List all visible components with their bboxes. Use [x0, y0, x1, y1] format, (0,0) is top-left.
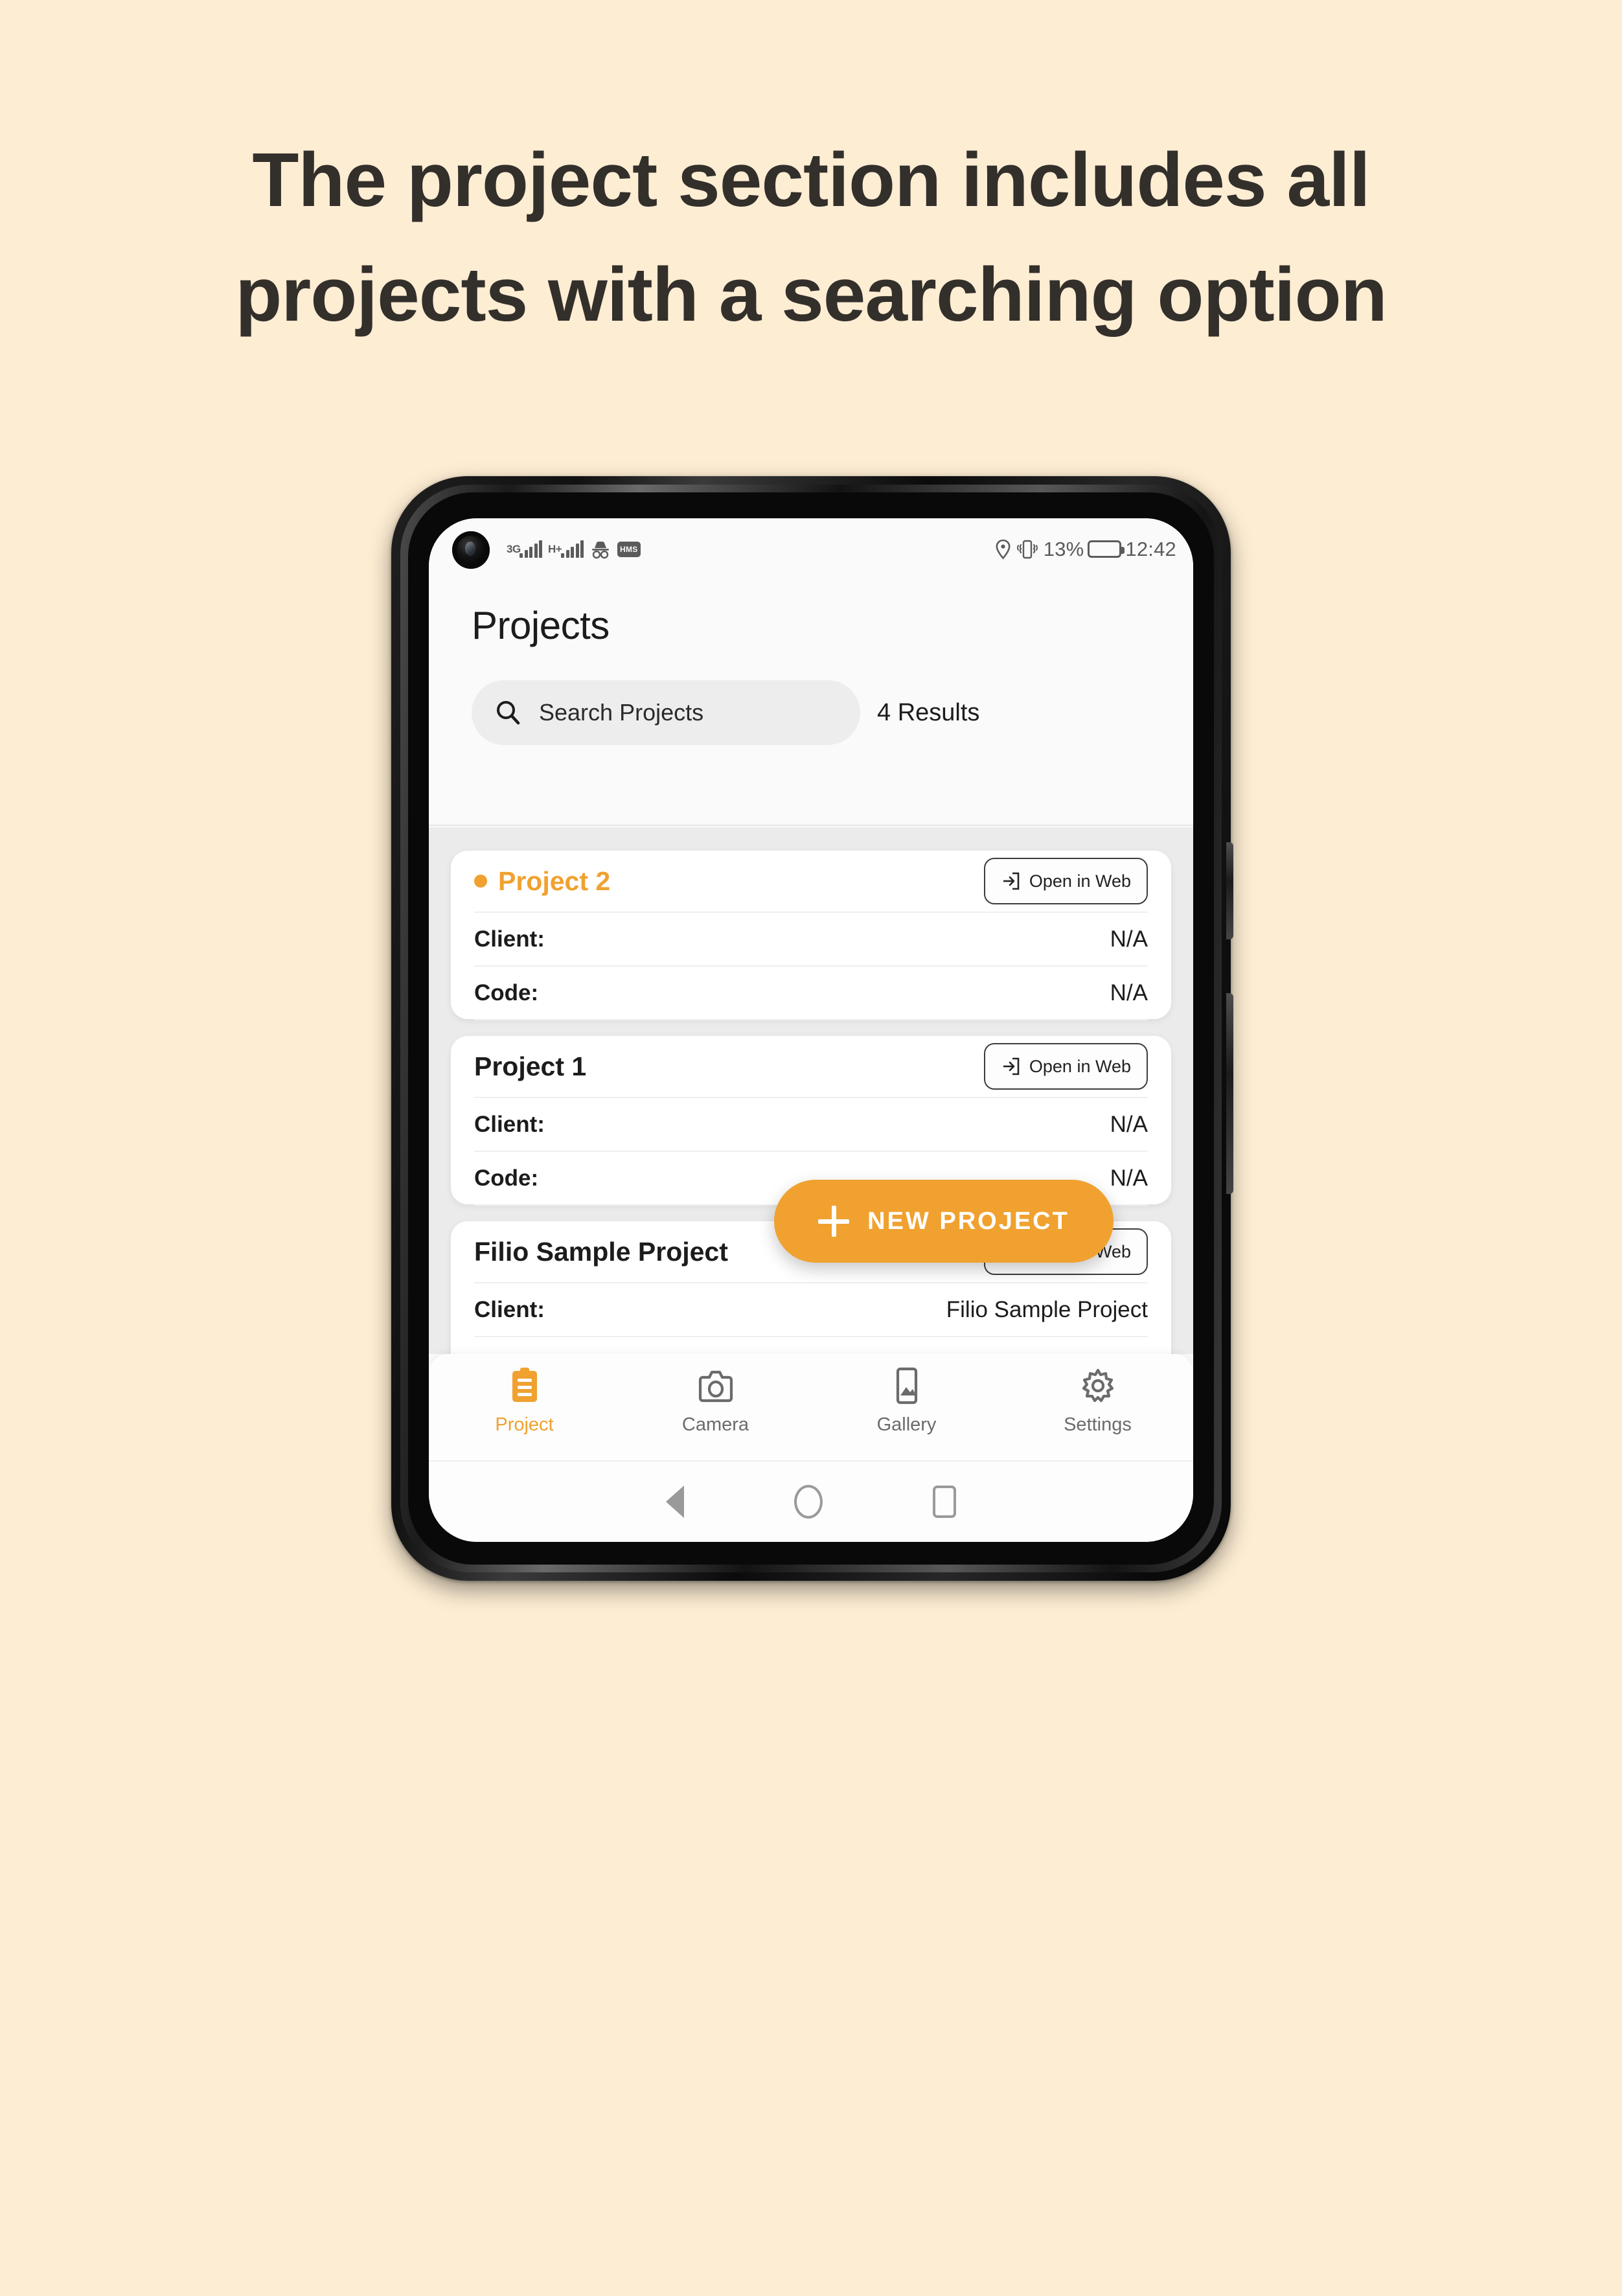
- vibrate-icon: [1015, 538, 1040, 560]
- image-icon: [890, 1367, 924, 1405]
- nav-item-settings[interactable]: Settings: [1017, 1367, 1179, 1436]
- project-card[interactable]: Project 2 Open in Web Client: N/A Code: …: [451, 851, 1171, 1059]
- battery-icon: [1088, 540, 1125, 558]
- project-card-header: Project 1 Open in Web: [474, 1036, 1148, 1097]
- results-count-label: 4 Results: [877, 698, 980, 726]
- project-field-row: Code:: [474, 1336, 1148, 1354]
- field-value: N/A: [1110, 980, 1148, 1005]
- nav-label-gallery: Gallery: [876, 1414, 937, 1435]
- nav-label-project: Project: [495, 1414, 554, 1435]
- field-value: N/A: [1110, 1165, 1148, 1191]
- android-navigation-bar: [429, 1460, 1193, 1542]
- page-title: Projects: [472, 604, 610, 647]
- project-name-label: Project 1: [474, 1051, 587, 1081]
- front-camera-punchhole: [452, 531, 490, 569]
- nav-item-camera[interactable]: Camera: [635, 1367, 797, 1436]
- field-label: Client:: [474, 1111, 545, 1137]
- nav-label-settings: Settings: [1064, 1414, 1132, 1435]
- nav-item-gallery[interactable]: Gallery: [826, 1367, 988, 1436]
- new-project-button[interactable]: NEW PROJECT: [774, 1180, 1114, 1263]
- signal-3g-label: 3G: [507, 543, 521, 555]
- open-in-web-label: Open in Web: [1029, 871, 1131, 891]
- open-in-web-icon: [1001, 871, 1020, 891]
- plus-icon: [818, 1206, 850, 1237]
- page-headline: The project section includes all project…: [0, 123, 1622, 352]
- status-bar: 3G H+ HMS 13% 12:42: [429, 518, 1193, 580]
- new-project-label: NEW PROJECT: [867, 1207, 1069, 1235]
- field-label: Client:: [474, 926, 545, 952]
- home-circle-icon[interactable]: [794, 1485, 823, 1519]
- project-name: Project 1: [474, 1051, 586, 1082]
- signal-hplus-icon: H+: [548, 540, 584, 558]
- project-card-header: Project 2 Open in Web: [474, 851, 1148, 912]
- project-field-row: Client: Filio Sample Project: [474, 1282, 1148, 1336]
- clock-label: 12:42: [1125, 537, 1176, 560]
- recents-square-icon[interactable]: [933, 1486, 956, 1518]
- open-in-web-icon: [1001, 1057, 1020, 1076]
- field-value: Filio Sample Project: [946, 1296, 1148, 1322]
- project-name-label: Filio Sample Project: [474, 1236, 728, 1267]
- search-icon: [494, 698, 522, 727]
- phone-screen: 3G H+ HMS 13% 12:42 Projects Search Proj…: [429, 518, 1193, 1542]
- project-field-row: Client: N/A: [474, 1097, 1148, 1151]
- battery-percent-label: 13%: [1043, 537, 1084, 560]
- open-in-web-button[interactable]: Open in Web: [983, 858, 1148, 904]
- field-value: N/A: [1110, 1111, 1148, 1137]
- project-card[interactable]: Project 1 Open in Web Client: N/A Code: …: [451, 1036, 1171, 1245]
- nav-label-camera: Camera: [681, 1414, 749, 1435]
- clipboard-icon: [508, 1367, 542, 1405]
- location-pin-icon: [995, 539, 1011, 560]
- search-row: Search Projects 4 Results: [472, 680, 979, 745]
- phone-volume-button[interactable]: [1226, 842, 1233, 939]
- headline-line-2: projects with a searching option: [235, 252, 1388, 338]
- project-field-row: Code: N/A: [474, 965, 1148, 1019]
- incognito-icon: [589, 540, 611, 559]
- signal-hplus-label: H+: [548, 543, 562, 555]
- open-in-web-label: Open in Web: [1029, 1056, 1131, 1076]
- field-label: Client:: [474, 1296, 545, 1322]
- back-triangle-icon[interactable]: [666, 1486, 684, 1518]
- hms-badge-icon: HMS: [617, 541, 641, 557]
- field-value: N/A: [1110, 926, 1148, 952]
- phone-power-button[interactable]: [1226, 993, 1233, 1194]
- signal-3g-icon: 3G: [507, 540, 542, 558]
- open-in-web-button[interactable]: Open in Web: [983, 1043, 1148, 1090]
- project-name: Project 2: [474, 866, 610, 897]
- app-header: Projects Search Projects 4 Results: [429, 580, 1193, 826]
- headline-line-1: The project section includes all: [252, 137, 1370, 223]
- active-project-dot-icon: [474, 875, 487, 888]
- project-name: Filio Sample Project: [474, 1237, 728, 1267]
- camera-icon: [698, 1367, 734, 1405]
- field-label: Code:: [474, 1165, 539, 1191]
- gear-icon: [1080, 1367, 1116, 1405]
- project-list[interactable]: Project 2 Open in Web Client: N/A Code: …: [429, 827, 1193, 1354]
- field-label: Code:: [474, 980, 539, 1005]
- project-name-label: Project 2: [498, 866, 611, 896]
- status-bar-left-group: 3G H+ HMS: [507, 518, 641, 580]
- search-placeholder: Search Projects: [539, 699, 704, 726]
- search-input[interactable]: Search Projects: [472, 680, 860, 745]
- nav-item-project[interactable]: Project: [444, 1367, 606, 1436]
- project-field-row: Client: N/A: [474, 912, 1148, 965]
- bottom-navigation-bar: Project Camera Gallery Settings: [429, 1354, 1193, 1460]
- status-bar-right-group: 13% 12:42: [995, 518, 1176, 580]
